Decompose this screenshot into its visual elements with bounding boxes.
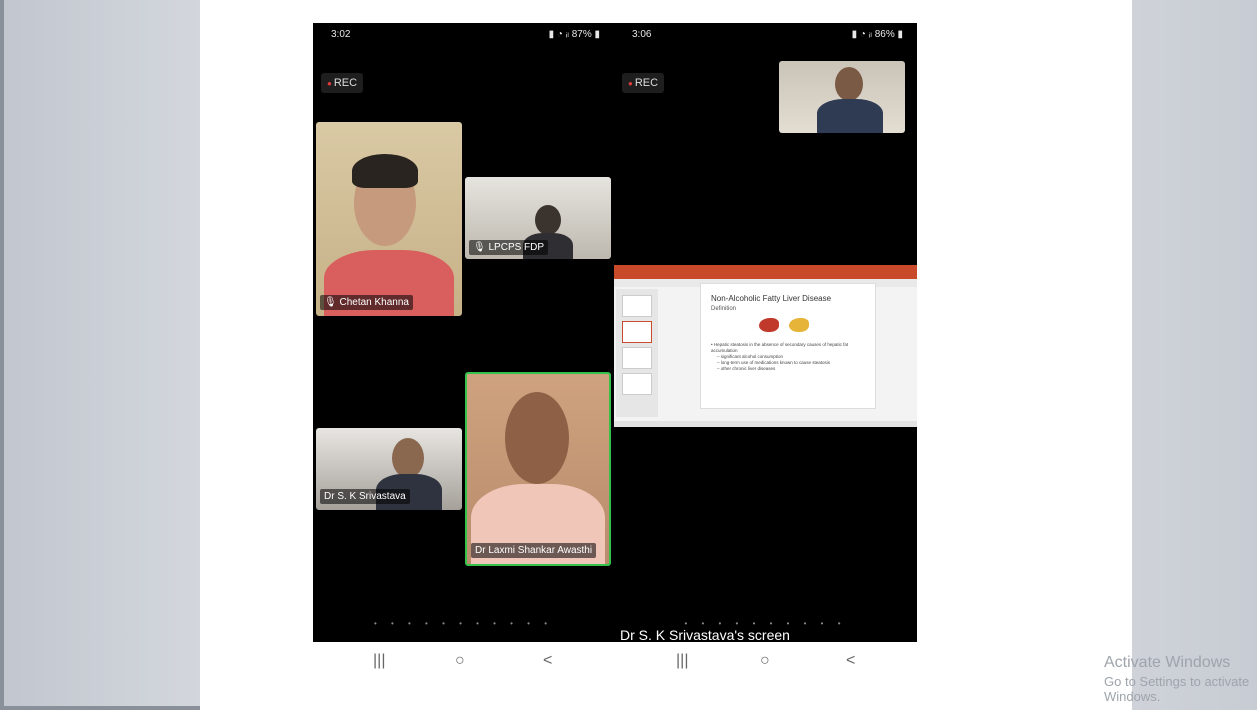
right-phone-screenshot: 3:06 ▮ ◔ ᵢₗ 86% ▮ ● REC Non-Alcoholic Fat… [614,23,917,642]
recents-button[interactable]: ||| [676,652,688,670]
recents-button[interactable]: ||| [373,652,385,670]
battery-level: ▮ ◔ ᵢₗ 86% ▮ [851,29,903,40]
slide-thumb [622,373,652,395]
right-nav-bar: ||| ○ < [614,642,917,684]
slide-title: Non-Alcoholic Fatty Liver Disease [711,294,832,303]
battery-level: ▮ ◔ ᵢₗ 87% ▮ [548,29,600,40]
home-button[interactable]: ○ [760,652,770,670]
status-time: 3:06 [632,29,652,40]
shared-screen-label: Dr S. K Srivastava's screen [620,627,790,642]
left-nav-bar: ||| ○ < [313,642,614,684]
rec-badge: ● REC [622,73,665,93]
participant-name: Dr S. K Srivastava [320,489,410,504]
left-gray-margin [0,0,200,710]
rec-badge: ● REC [321,73,364,93]
bullet: – other chronic liver diseases [717,366,776,371]
watermark-line2: Go to Settings to activate Windows. [1104,674,1250,704]
healthy-liver-icon [759,318,779,332]
bullet: • Hepatic steatosis in the absence of se… [711,342,849,353]
slide-thumb [622,347,652,369]
status-time: 3:02 [331,29,351,40]
slide-thumbnails [616,289,658,417]
status-bar: 3:06 ▮ ◔ ᵢₗ 86% ▮ [614,29,917,45]
video-tile-lpcps[interactable]: 🎙 LPCPS FDP [465,177,611,259]
back-button[interactable]: < [846,652,855,670]
right-gray-margin [1132,0,1257,710]
participant-name: 🎙 Chetan Khanna [320,295,413,310]
record-dot-icon: ● [628,79,633,88]
slide-thumb [622,321,652,343]
participant-face [505,392,569,484]
slide-subtitle: Definition [711,306,737,312]
shared-screen-presentation: Non-Alcoholic Fatty Liver Disease Defini… [614,265,917,427]
video-tile-srivastava[interactable]: Dr S. K Srivastava [316,428,462,510]
app-ribbon [614,265,917,279]
page-indicator: • • • • • • • • • • • [373,619,554,628]
app-statusbar [614,421,917,427]
back-button[interactable]: < [543,652,552,670]
participant-name: 🎙 LPCPS FDP [469,240,549,255]
record-dot-icon: ● [327,79,332,88]
participant-face [535,205,561,235]
participant-name: Dr Laxmi Shankar Awasthi [471,543,597,558]
participant-figure [817,99,883,133]
participant-hair [352,154,418,188]
fatty-liver-icon [789,318,809,332]
watermark-line1: Activate Windows [1104,654,1231,671]
status-bar: 3:02 ▮ ◔ ᵢₗ 87% ▮ [313,29,614,45]
slide-thumb [622,295,652,317]
windows-activation-watermark: Activate Windows Go to Settings to activ… [1104,654,1257,704]
home-button[interactable]: ○ [455,652,465,670]
slide-canvas: Non-Alcoholic Fatty Liver Disease Defini… [700,283,876,409]
video-tile-self[interactable] [779,61,905,133]
slide-bullets: • Hepatic steatosis in the absence of se… [711,342,867,372]
video-tile-chetan[interactable]: 🎙 Chetan Khanna [316,122,462,316]
participant-face [835,67,863,101]
video-tile-awasthi-active-speaker[interactable]: Dr Laxmi Shankar Awasthi [465,372,611,566]
participant-face [392,438,424,478]
left-phone-screenshot: 3:02 ▮ ◔ ᵢₗ 87% ▮ ● REC 🎙 Chetan Khanna 🎙… [313,23,614,642]
